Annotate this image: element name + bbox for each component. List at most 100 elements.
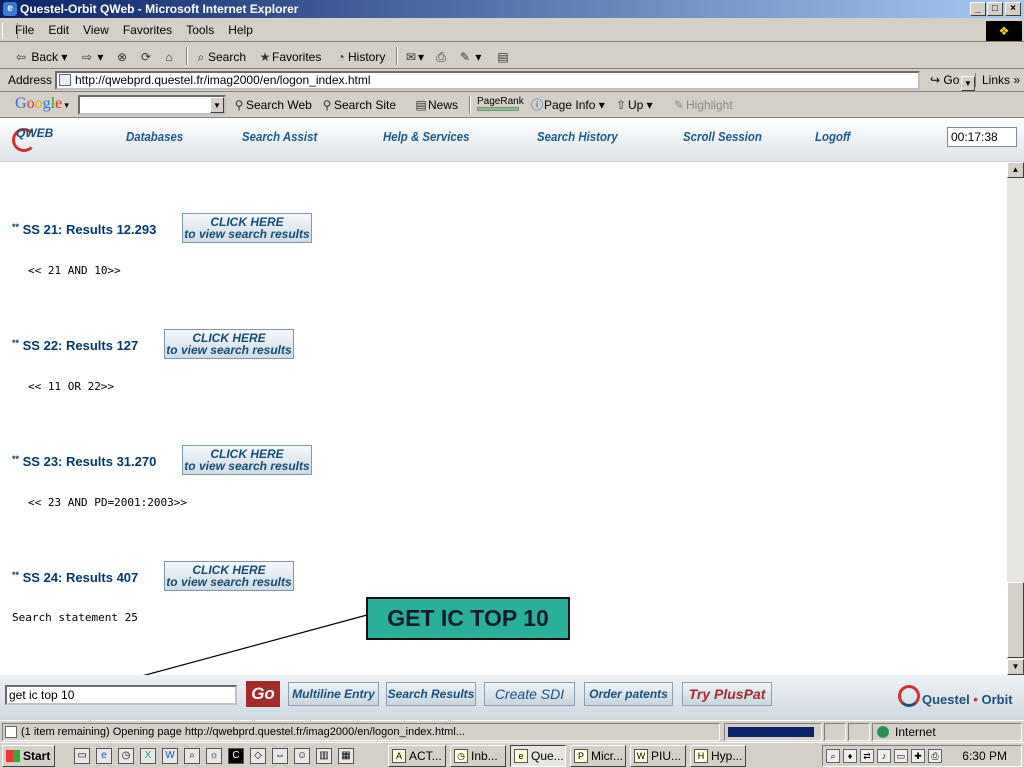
order-patents-button[interactable]: Order patents — [584, 682, 673, 706]
outlook-icon[interactable]: ◷ — [118, 748, 134, 764]
scroll-up-icon[interactable]: ▲ — [1007, 162, 1024, 178]
tray-shield-icon[interactable]: ♦ — [843, 749, 857, 763]
command-go-button[interactable]: Go — [246, 681, 280, 707]
try-pluspat-button[interactable]: Try PlusPat — [682, 682, 772, 706]
menu-tools[interactable]: Tools — [179, 20, 221, 40]
links-button[interactable]: Links » — [975, 73, 1020, 87]
command-prompt-icon[interactable]: C — [228, 748, 244, 764]
status-text-area: (1 item remaining) Opening page http://q… — [2, 723, 720, 741]
search-button[interactable]: ⌕ Search — [194, 47, 246, 67]
address-label: Address — [8, 73, 53, 87]
address-dropdown-icon[interactable]: ▼ — [961, 76, 975, 91]
home-button[interactable]: ⌂ — [162, 47, 176, 67]
qweb-logo[interactable]: QWEB — [10, 124, 54, 152]
google-logo[interactable]: Google ▾ — [15, 95, 69, 113]
edit-button[interactable]: ✎ ▾ — [458, 47, 481, 67]
word-icon[interactable]: W — [162, 748, 178, 764]
task-inbox[interactable]: ◷ Inb... — [450, 745, 506, 767]
up-button[interactable]: ⇧ Up ▾ — [614, 95, 653, 115]
back-button[interactable]: ⇦ Back ▾ — [14, 47, 67, 67]
start-button[interactable]: Start — [2, 745, 55, 767]
window-title-bar[interactable]: e Questel-Orbit QWeb - Microsoft Interne… — [0, 0, 1024, 18]
google-search-dropdown-icon[interactable]: ▼ — [210, 97, 224, 113]
mail-button[interactable]: ✉ ▾ — [404, 47, 424, 67]
view-results-button[interactable]: CLICK HERE to view search results — [182, 213, 312, 243]
tray-volume-icon[interactable]: ♪ — [877, 749, 891, 763]
task-hyp[interactable]: H Hyp... — [690, 745, 746, 767]
search-results-button[interactable]: Search Results — [386, 682, 476, 706]
session-timer: 00:17:38 — [947, 127, 1017, 147]
minimize-button[interactable]: _ — [970, 2, 986, 16]
view-results-button[interactable]: CLICK HERE to view search results — [182, 445, 312, 475]
view-results-button[interactable]: CLICK HERE to view search results — [164, 329, 294, 359]
app-quicklaunch-icon[interactable]: ☼ — [206, 748, 222, 764]
tray-printer-icon[interactable]: ⎙ — [928, 749, 942, 763]
nav-search-history[interactable]: Search History — [537, 129, 618, 144]
vertical-scrollbar[interactable]: ▲ ▼ — [1007, 162, 1024, 675]
menu-view[interactable]: View — [76, 20, 116, 40]
favorites-button[interactable]: ★ Favorites — [258, 47, 322, 67]
media-icon[interactable]: ▦ — [338, 748, 354, 764]
toolbar-grip[interactable] — [2, 23, 18, 39]
search-icon: ⌕ — [197, 50, 205, 64]
tray-search-icon[interactable]: ⌕ — [826, 749, 840, 763]
discuss-icon: ▤ — [497, 50, 509, 64]
task-questel[interactable]: e Que... — [510, 745, 566, 767]
tray-display-icon[interactable]: ▭ — [894, 749, 908, 763]
history-button[interactable]: ◔ History — [334, 47, 385, 67]
excel-icon[interactable]: X — [140, 748, 156, 764]
command-input[interactable]: get ic top 10 — [5, 685, 237, 705]
address-input[interactable]: http://qwebprd.questel.fr/imag2000/en/lo… — [55, 71, 975, 91]
news-button[interactable]: ▤News — [414, 95, 458, 115]
nav-search-assist[interactable]: Search Assist — [242, 129, 317, 144]
menu-favorites[interactable]: Favorites — [116, 20, 179, 40]
forward-button[interactable]: ⇨ ▾ — [80, 47, 103, 67]
view-results-button[interactable]: CLICK HERE to view search results — [164, 561, 294, 591]
task-piu[interactable]: W PIU... — [630, 745, 686, 767]
discuss-button[interactable]: ▤ — [496, 47, 510, 67]
stop-button[interactable]: ⊗ — [115, 47, 129, 67]
nav-scroll-session[interactable]: Scroll Session — [683, 129, 762, 144]
menu-edit[interactable]: Edit — [41, 20, 76, 40]
nav-logoff[interactable]: Logoff — [815, 129, 850, 144]
google-search-input[interactable]: ▼ — [78, 95, 226, 115]
scroll-down-icon[interactable]: ▼ — [1007, 659, 1024, 675]
task-act[interactable]: A ACT... — [388, 745, 446, 767]
window-title: Questel-Orbit QWeb - Microsoft Internet … — [20, 2, 299, 16]
annotation-callout: GET IC TOP 10 — [366, 597, 570, 640]
search-statement-prompt: Search statement 25 — [12, 611, 138, 624]
qweb-nav-bar: QWEB Databases Search Assist Help & Serv… — [0, 118, 1024, 162]
network-icon[interactable]: ⇔ — [272, 748, 288, 764]
print-button[interactable]: ⎙ — [434, 47, 448, 67]
refresh-button[interactable]: ⟳ — [139, 47, 153, 67]
nav-databases[interactable]: Databases — [126, 129, 183, 144]
menu-help[interactable]: Help — [221, 20, 260, 40]
search-site-button[interactable]: ⚲ Search Site — [320, 95, 396, 115]
close-button[interactable]: × — [1005, 2, 1021, 16]
security-zone: Internet — [872, 723, 1022, 741]
result-label: ** SS 23: Results 31.270 — [12, 454, 157, 469]
books-icon[interactable]: ▥ — [316, 748, 332, 764]
create-sdi-button[interactable]: Create SDI — [484, 682, 575, 706]
tray-network-icon[interactable]: ⇄ — [860, 749, 874, 763]
home-icon: ⌂ — [165, 50, 173, 64]
query-text: << 23 AND PD=2001:2003>> — [28, 496, 187, 509]
ie-quicklaunch-icon[interactable]: e — [96, 748, 112, 764]
notes-icon[interactable]: ◇ — [250, 748, 266, 764]
multiline-entry-button[interactable]: Multiline Entry — [288, 682, 379, 706]
page-info-button[interactable]: ⓘPage Info ▾ — [530, 95, 605, 115]
address-go-button[interactable]: ↪ Go — [930, 73, 959, 87]
task-microsoft[interactable]: P Micr... — [570, 745, 626, 767]
search-site-icon: ⚲ — [322, 98, 332, 112]
maximize-button[interactable]: □ — [987, 2, 1003, 16]
search-quicklaunch-icon[interactable]: ⌕ — [184, 748, 200, 764]
tray-app-icon[interactable]: ✚ — [911, 749, 925, 763]
show-desktop-icon[interactable]: ▭ — [74, 748, 90, 764]
nav-help-services[interactable]: Help & Services — [383, 129, 469, 144]
scroll-thumb[interactable] — [1007, 582, 1024, 658]
loading-page-icon — [5, 726, 17, 738]
highlight-button[interactable]: ✎ Highlight — [672, 95, 733, 115]
outlook-app-icon: ◷ — [454, 749, 468, 763]
messenger-icon[interactable]: ☺ — [294, 748, 310, 764]
search-web-button[interactable]: ⚲ Search Web — [232, 95, 312, 115]
